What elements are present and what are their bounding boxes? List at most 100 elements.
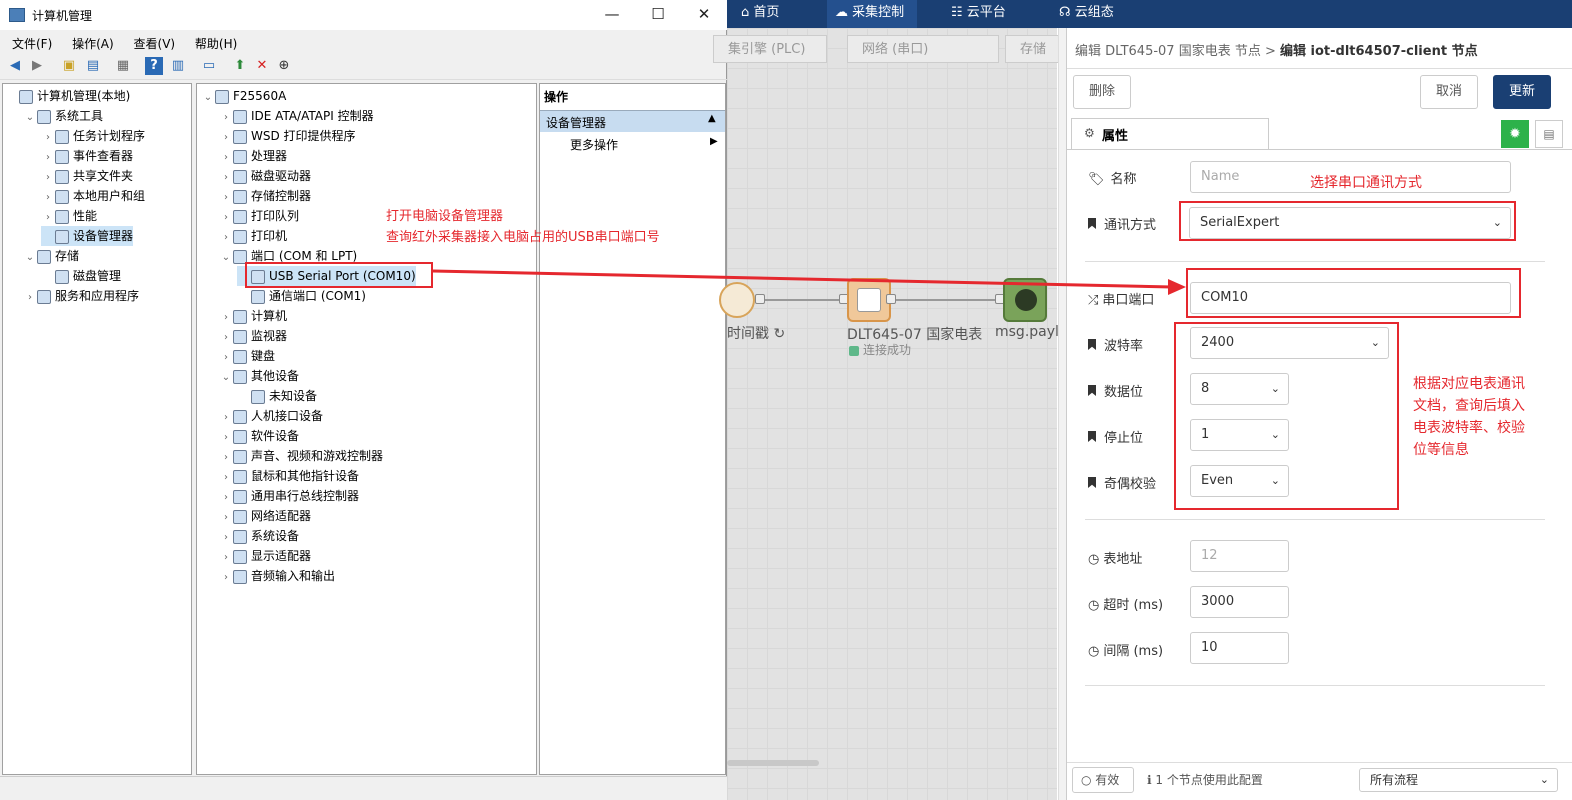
update-driver-icon[interactable]: ⬆ xyxy=(231,57,249,75)
tree-item[interactable]: › 鼠标和其他指针设备 xyxy=(219,466,359,486)
tree-item[interactable]: › 事件查看器 xyxy=(41,146,133,166)
tree-item[interactable]: 通信端口 (COM1) xyxy=(237,286,366,306)
flow-tab-plc[interactable]: 集引擎 (PLC) xyxy=(713,35,827,63)
help-icon[interactable]: ? xyxy=(145,57,163,75)
tree-item[interactable]: › 网络适配器 xyxy=(219,506,311,526)
expand-right-icon[interactable]: › xyxy=(219,548,233,568)
expand-down-icon[interactable]: ⌄ xyxy=(219,248,233,268)
stopbits-select[interactable]: 1 ⌄ xyxy=(1190,419,1289,451)
expand-right-icon[interactable]: › xyxy=(219,428,233,448)
delete-button[interactable]: 删除 xyxy=(1073,75,1131,109)
expand-right-icon[interactable]: › xyxy=(219,508,233,528)
debug-node[interactable] xyxy=(1003,278,1047,322)
interval-input[interactable]: 10 xyxy=(1190,632,1289,664)
expand-right-icon[interactable]: › xyxy=(219,128,233,148)
tree-item[interactable]: 设备管理器 xyxy=(41,226,134,246)
node-port[interactable] xyxy=(886,294,896,304)
tree-item[interactable]: › 共享文件夹 xyxy=(41,166,133,186)
comm-select[interactable]: SerialExpert ⌄ xyxy=(1189,207,1511,239)
port-input[interactable]: COM10 xyxy=(1190,282,1511,314)
canvas-scrollbar[interactable] xyxy=(727,760,819,766)
menu-file[interactable]: 文件(F) xyxy=(4,32,60,55)
tree-item[interactable]: › WSD 打印提供程序 xyxy=(219,126,356,146)
timeout-input[interactable]: 3000 xyxy=(1190,586,1289,618)
tree-item[interactable]: › 性能 xyxy=(41,206,97,226)
nav-collect[interactable]: ☁ 采集控制 xyxy=(827,0,917,28)
expand-right-icon[interactable]: › xyxy=(41,128,55,148)
description-icon[interactable]: ▤ xyxy=(1535,120,1563,148)
tree-item[interactable]: › 磁盘驱动器 xyxy=(219,166,311,186)
panel-splitter[interactable] xyxy=(1058,28,1066,800)
download-icon[interactable]: ⊕ xyxy=(275,57,293,75)
tree-item[interactable]: › 通用串行总线控制器 xyxy=(219,486,359,506)
expand-down-icon[interactable]: ⌄ xyxy=(219,368,233,388)
timestamp-node[interactable] xyxy=(719,282,755,318)
properties-icon[interactable]: ▦ xyxy=(114,57,132,75)
nav-home[interactable]: ⌂ 首页 xyxy=(741,0,779,28)
scope-select[interactable]: 所有流程 ⌄ xyxy=(1359,768,1558,792)
expand-down-icon[interactable]: ⌄ xyxy=(201,88,215,108)
nav-cloud-config[interactable]: ☊ 云组态 xyxy=(1059,0,1114,28)
expand-right-icon[interactable]: › xyxy=(219,448,233,468)
tree-item[interactable]: › 软件设备 xyxy=(219,426,299,446)
expand-down-icon[interactable]: ⌄ xyxy=(23,108,37,128)
expand-down-icon[interactable]: ⌄ xyxy=(23,248,37,268)
tree-item[interactable]: › 打印机 xyxy=(219,226,287,246)
tree-item[interactable]: 磁盘管理 xyxy=(41,266,121,286)
expand-right-icon[interactable]: › xyxy=(219,568,233,588)
expand-right-icon[interactable]: › xyxy=(41,188,55,208)
maximize-button[interactable]: ☐ xyxy=(635,0,681,30)
expand-right-icon[interactable]: › xyxy=(219,468,233,488)
expand-right-icon[interactable]: › xyxy=(219,328,233,348)
minimize-button[interactable]: — xyxy=(589,0,635,30)
properties-tab[interactable]: ⚙ 属性 xyxy=(1071,118,1269,150)
node-port[interactable] xyxy=(755,294,765,304)
expand-right-icon[interactable]: › xyxy=(219,528,233,548)
uninstall-icon[interactable]: ✕ xyxy=(253,57,271,75)
baud-select[interactable]: 2400 ⌄ xyxy=(1190,327,1389,359)
expand-right-icon[interactable]: › xyxy=(41,208,55,228)
expand-right-icon[interactable]: › xyxy=(219,488,233,508)
tree-item[interactable]: ⌄ 其他设备 xyxy=(219,366,299,386)
flow-tab-serial[interactable]: 网络 (串口) xyxy=(847,35,999,63)
tree-item[interactable]: ⌄ F25560A xyxy=(201,86,286,106)
expand-right-icon[interactable]: › xyxy=(219,208,233,228)
tree-item[interactable]: › 显示适配器 xyxy=(219,546,311,566)
tree-item[interactable]: › 打印队列 xyxy=(219,206,299,226)
nav-cloud[interactable]: ☷ 云平台 xyxy=(951,0,1006,28)
flow-canvas[interactable]: 集引擎 (PLC) 网络 (串口) 存储 时间戳 ↻ DLT645-07 国家电… xyxy=(713,28,1067,800)
tree-item[interactable]: › 系统设备 xyxy=(219,526,299,546)
update-button[interactable]: 更新 xyxy=(1493,75,1551,109)
tree-item[interactable]: › 音频输入和输出 xyxy=(219,566,335,586)
monitor-icon[interactable]: ▭ xyxy=(200,57,218,75)
menu-view[interactable]: 查看(V) xyxy=(126,32,184,55)
databits-select[interactable]: 8 ⌄ xyxy=(1190,373,1289,405)
addr-input[interactable]: 12 xyxy=(1190,540,1289,572)
tree-item[interactable]: › 键盘 xyxy=(219,346,275,366)
up-folder-icon[interactable]: ▣ xyxy=(60,57,78,75)
expand-right-icon[interactable]: › xyxy=(23,288,37,308)
flow-tab-storage[interactable]: 存储 xyxy=(1005,35,1065,63)
menu-action[interactable]: 操作(A) xyxy=(64,32,122,55)
tree-item[interactable]: › 人机接口设备 xyxy=(219,406,323,426)
tree-item[interactable]: › 声音、视频和游戏控制器 xyxy=(219,446,383,466)
tree-item[interactable]: 未知设备 xyxy=(237,386,317,406)
more-actions-item[interactable]: 更多操作 ▶ xyxy=(570,136,720,156)
settings-icon[interactable]: ✹ xyxy=(1501,120,1529,148)
tree-item[interactable]: › 任务计划程序 xyxy=(41,126,145,146)
expand-right-icon[interactable]: › xyxy=(41,148,55,168)
expand-right-icon[interactable]: › xyxy=(41,168,55,188)
tree-item[interactable]: › IDE ATA/ATAPI 控制器 xyxy=(219,106,374,126)
tree-item[interactable]: › 监视器 xyxy=(219,326,287,346)
expand-right-icon[interactable]: › xyxy=(219,228,233,248)
tree-item[interactable]: ⌄ 存储 xyxy=(23,246,79,266)
expand-right-icon[interactable]: › xyxy=(219,348,233,368)
expand-right-icon[interactable]: › xyxy=(219,108,233,128)
tree-item[interactable]: › 计算机 xyxy=(219,306,287,326)
expand-right-icon[interactable]: › xyxy=(219,408,233,428)
parity-select[interactable]: Even ⌄ xyxy=(1190,465,1289,497)
show-tree-icon[interactable]: ▤ xyxy=(84,57,102,75)
cancel-button[interactable]: 取消 xyxy=(1420,75,1478,109)
tree-item[interactable]: 计算机管理(本地) xyxy=(5,86,130,106)
expand-right-icon[interactable]: › xyxy=(219,188,233,208)
